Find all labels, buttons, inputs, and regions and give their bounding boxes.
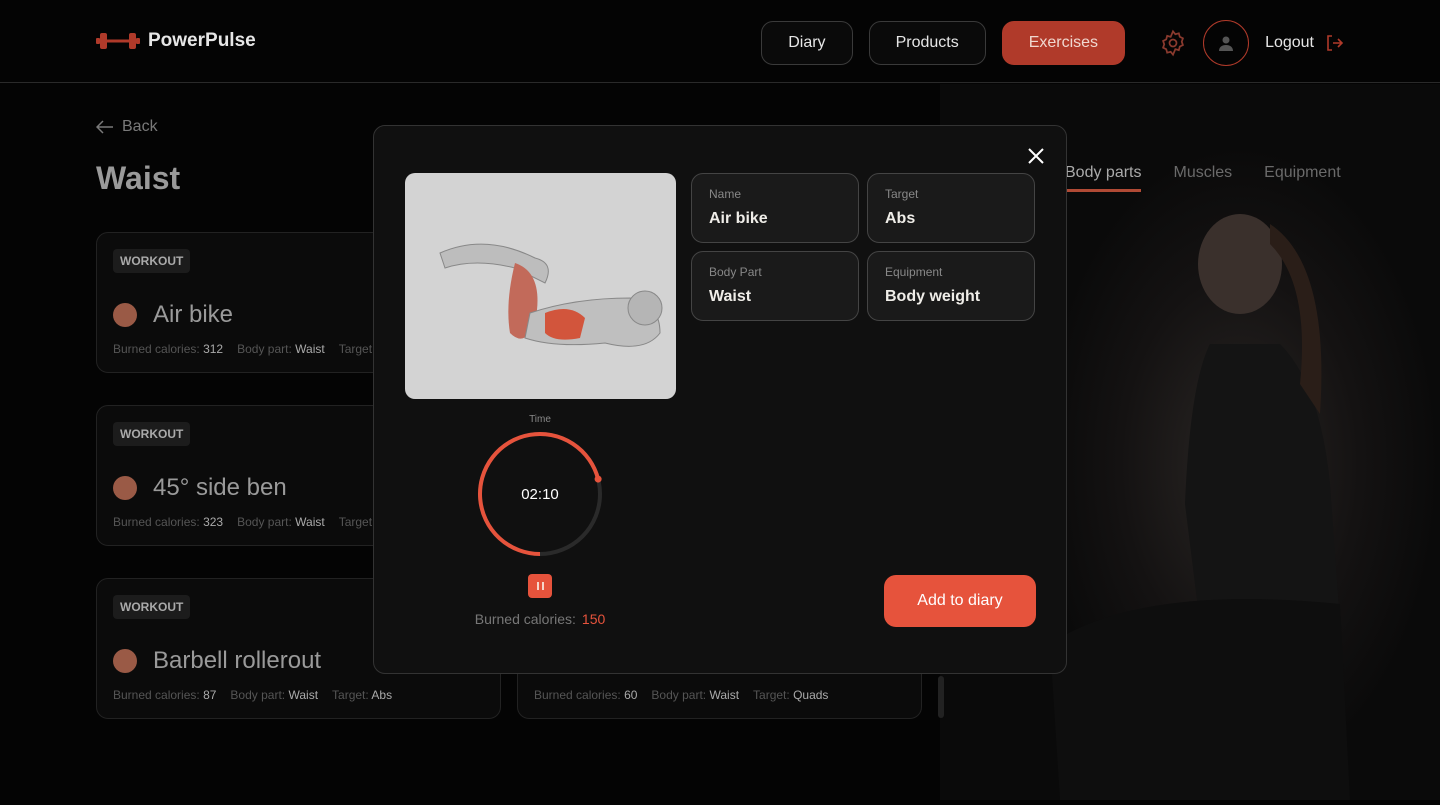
body-part-label: Body part: bbox=[237, 342, 292, 356]
workout-badge: WORKOUT bbox=[113, 422, 191, 446]
avatar[interactable] bbox=[1203, 20, 1250, 66]
tab-muscles[interactable]: Muscles bbox=[1173, 164, 1232, 192]
nav-exercises[interactable]: Exercises bbox=[1001, 21, 1126, 65]
header: PowerPulse Diary Products Exercises Logo… bbox=[0, 0, 1440, 83]
target-value: Quads bbox=[793, 688, 829, 702]
calories-value: 312 bbox=[203, 342, 224, 356]
field-label: Equipment bbox=[885, 265, 943, 279]
target-label: Target: bbox=[338, 342, 376, 356]
user-icon bbox=[1219, 36, 1234, 51]
target-field: Target Abs bbox=[867, 173, 1035, 243]
scrollbar[interactable] bbox=[938, 676, 944, 718]
logout-label: Logout bbox=[1265, 34, 1314, 51]
page-title: Waist bbox=[96, 160, 181, 196]
time-label: Time bbox=[529, 414, 551, 425]
target-label: Target: bbox=[332, 688, 369, 702]
running-icon bbox=[113, 476, 137, 500]
logout-button[interactable]: Logout bbox=[1265, 33, 1344, 53]
body-part-label: Body part: bbox=[651, 688, 707, 702]
target-value: Abs bbox=[371, 688, 393, 702]
field-label: Target bbox=[885, 187, 919, 201]
burned-calories: Burned calories: 150 bbox=[374, 611, 706, 627]
field-label: Name bbox=[709, 187, 742, 201]
field-value: Abs bbox=[885, 210, 916, 227]
body-part-value: Waist bbox=[295, 342, 325, 356]
equipment-field: Equipment Body weight bbox=[867, 251, 1035, 321]
close-icon[interactable] bbox=[1024, 144, 1048, 168]
exercise-modal: Name Air bike Target Abs Body Part Waist Eq… bbox=[373, 125, 1067, 674]
nav-diary[interactable]: Diary bbox=[761, 21, 853, 65]
tab-equipment[interactable]: Equipment bbox=[1264, 164, 1341, 192]
body-part-value: Waist bbox=[709, 688, 740, 702]
exercise-name: 45° side ben bbox=[153, 474, 287, 501]
target-label: Target: bbox=[753, 688, 790, 702]
tab-body-parts[interactable]: Body parts bbox=[1065, 164, 1142, 192]
calories-label: Burned calories: bbox=[113, 688, 200, 702]
nav-products[interactable]: Products bbox=[868, 21, 986, 65]
calories-value: 323 bbox=[203, 515, 224, 529]
exercise-name: Barbell rollerout bbox=[153, 647, 322, 674]
calories-value: 60 bbox=[624, 688, 638, 702]
back-label: Back bbox=[122, 118, 158, 135]
category-tabs: Body parts Muscles Equipment bbox=[1065, 164, 1341, 192]
field-value: Air bike bbox=[709, 210, 768, 227]
exercise-name: Air bike bbox=[153, 301, 234, 328]
exercise-image bbox=[405, 173, 676, 399]
body-part-value: Waist bbox=[295, 515, 325, 529]
app-name: PowerPulse bbox=[148, 30, 256, 51]
calories-label: Burned calories: bbox=[113, 342, 200, 356]
calories-value: 87 bbox=[203, 688, 217, 702]
calories-label: Burned calories: bbox=[113, 515, 200, 529]
dumbbell-icon bbox=[96, 33, 140, 49]
body-part-field: Body Part Waist bbox=[691, 251, 859, 321]
main-nav: Diary Products Exercises Logout bbox=[761, 20, 1344, 66]
gear-icon[interactable] bbox=[1159, 29, 1187, 57]
running-icon bbox=[113, 649, 137, 673]
calories-label: Burned calories: bbox=[534, 688, 621, 702]
field-value: Waist bbox=[709, 288, 752, 305]
name-field: Name Air bike bbox=[691, 173, 859, 243]
logo[interactable]: PowerPulse bbox=[96, 30, 256, 52]
body-part-label: Body part: bbox=[230, 688, 286, 702]
field-value: Body weight bbox=[885, 288, 981, 305]
field-label: Body Part bbox=[709, 265, 762, 279]
pause-button[interactable] bbox=[528, 574, 552, 598]
timer-dot bbox=[594, 475, 602, 483]
burned-label: Burned calories: bbox=[474, 611, 576, 627]
body-part-value: Waist bbox=[288, 688, 319, 702]
running-icon bbox=[113, 303, 137, 327]
burned-value: 150 bbox=[581, 611, 606, 627]
workout-badge: WORKOUT bbox=[113, 595, 191, 619]
back-button[interactable]: Back bbox=[96, 118, 158, 136]
logout-icon bbox=[1327, 35, 1344, 51]
arrow-left-icon bbox=[96, 120, 113, 134]
timer-ring: 02:10 bbox=[478, 432, 602, 556]
body-part-label: Body part: bbox=[237, 515, 292, 529]
target-label: Target: bbox=[338, 515, 376, 529]
add-to-diary-button[interactable]: Add to diary bbox=[884, 575, 1036, 627]
workout-badge: WORKOUT bbox=[113, 249, 191, 273]
timer-value: 02:10 bbox=[521, 486, 559, 503]
